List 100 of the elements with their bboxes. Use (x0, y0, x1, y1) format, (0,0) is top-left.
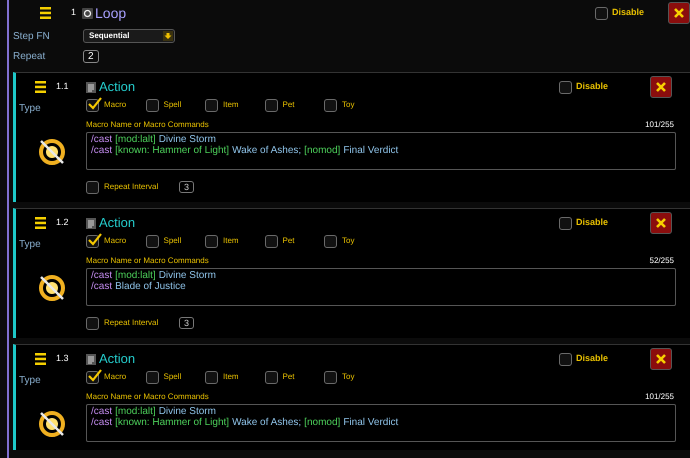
type-label: Type (18, 374, 42, 388)
type-option[interactable]: Toy (342, 235, 354, 247)
macro-token: [nomod] (304, 145, 340, 156)
repeat-interval-label: Repeat Interval (104, 181, 160, 193)
type-label: Type (18, 102, 42, 116)
type-option[interactable]: Spell (164, 235, 182, 247)
macro-token: /cast (91, 270, 112, 281)
checkmark-icon (87, 96, 102, 110)
checkbox[interactable] (264, 98, 278, 112)
macro-token: [mod:lalt] (115, 134, 156, 145)
type-option[interactable]: Item (223, 99, 239, 111)
document-icon (86, 82, 96, 92)
checkmark-icon (87, 368, 102, 382)
repeat-label: Repeat (12, 50, 46, 64)
macro-input[interactable]: /cast [mod:lalt] Divine Storm /cast [known: Hammer of Light] Wake of Ashes; [nomod] Final Verdict (86, 404, 676, 442)
macro-token: Wake of Ashes; (232, 417, 302, 428)
macro-label: Macro Name or Macro Commands (86, 119, 209, 131)
type-option[interactable]: Item (223, 235, 239, 247)
macro-token: Divine Storm (158, 134, 216, 145)
checkbox[interactable] (86, 370, 99, 384)
checkbox[interactable] (86, 316, 99, 330)
checkbox[interactable] (205, 234, 218, 248)
action-title: Action (99, 78, 136, 96)
checkbox[interactable] (324, 370, 337, 384)
type-option[interactable]: Pet (282, 99, 295, 111)
close-icon (655, 81, 667, 93)
step-number: 1 (71, 6, 78, 20)
macro-token: Final Verdict (343, 417, 398, 428)
menu-icon[interactable] (35, 81, 46, 93)
action-title: Action (99, 214, 136, 232)
sword-emblem-icon (36, 272, 68, 304)
type-option[interactable]: Toy (342, 371, 354, 383)
dropdown-arrow-icon (163, 31, 173, 41)
interval-input[interactable]: 3 (179, 181, 194, 193)
macro-token: Blade of Justice (115, 281, 186, 292)
type-option[interactable]: Macro (104, 235, 126, 247)
checkbox[interactable] (146, 370, 158, 384)
checkbox[interactable] (205, 370, 218, 384)
macro-token: [known: Hammer of Light] (115, 145, 230, 156)
loop-icon (82, 8, 93, 18)
macro-label: Macro Name or Macro Commands (86, 391, 209, 403)
close-icon (655, 217, 667, 229)
checkbox[interactable] (594, 6, 608, 20)
type-option[interactable]: Pet (282, 371, 295, 383)
close-button[interactable] (668, 2, 690, 24)
character-counter: 101/255 (645, 119, 674, 131)
checkbox[interactable] (264, 234, 278, 248)
close-button[interactable] (650, 212, 672, 234)
menu-icon[interactable] (35, 217, 46, 229)
checkbox[interactable] (205, 98, 218, 112)
document-icon (86, 354, 96, 364)
macro-token: [nomod] (304, 417, 340, 428)
checkbox[interactable] (86, 98, 99, 112)
macro-token: [mod:lalt] (115, 270, 156, 281)
macro-token: Wake of Ashes; (232, 145, 302, 156)
action-title: Action (99, 350, 136, 368)
disable-label: Disable (576, 216, 608, 230)
type-option[interactable]: Pet (282, 235, 295, 247)
repeat-input[interactable]: 2 (83, 50, 99, 62)
macro-token: /cast (91, 134, 112, 145)
checkbox[interactable] (558, 216, 572, 230)
character-counter: 52/255 (650, 255, 674, 267)
loop-title: Loop (95, 4, 126, 23)
checkbox[interactable] (558, 80, 572, 94)
sword-emblem-icon (36, 136, 68, 168)
disable-label: Disable (576, 352, 608, 366)
step-fn-label: Step FN (12, 30, 51, 44)
macro-input[interactable]: /cast [mod:lalt] Divine Storm /cast Blade of Justice (86, 268, 676, 306)
menu-icon[interactable] (40, 7, 51, 19)
close-button[interactable] (650, 348, 672, 370)
step-number: 1.1 (56, 80, 70, 94)
type-label: Type (18, 238, 42, 252)
type-option[interactable]: Spell (164, 99, 182, 111)
macro-token: /cast (91, 406, 112, 417)
type-option[interactable]: Toy (342, 99, 354, 111)
type-option[interactable]: Macro (104, 371, 126, 383)
checkbox[interactable] (146, 234, 158, 248)
step-fn-dropdown[interactable]: Sequential (83, 29, 175, 43)
disable-label: Disable (576, 80, 608, 94)
checkbox[interactable] (264, 370, 278, 384)
checkbox[interactable] (146, 98, 158, 112)
close-icon (673, 7, 685, 19)
disable-label: Disable (612, 6, 644, 20)
checkbox[interactable] (86, 180, 99, 194)
checkbox[interactable] (86, 234, 99, 248)
type-option[interactable]: Item (223, 371, 239, 383)
checkbox[interactable] (558, 352, 572, 366)
checkbox[interactable] (324, 234, 337, 248)
macro-token: /cast (91, 417, 112, 428)
menu-icon[interactable] (35, 353, 46, 365)
macro-input[interactable]: /cast [mod:lalt] Divine Storm /cast [known: Hammer of Light] Wake of Ashes; [nomod] Final Verdict (86, 132, 676, 170)
interval-input[interactable]: 3 (179, 317, 194, 329)
step-number: 1.2 (56, 216, 70, 230)
macro-token: [mod:lalt] (115, 406, 156, 417)
close-icon (655, 353, 667, 365)
checkbox[interactable] (324, 98, 337, 112)
close-button[interactable] (650, 76, 672, 98)
type-option[interactable]: Macro (104, 99, 126, 111)
type-option[interactable]: Spell (164, 371, 182, 383)
checkmark-icon (87, 232, 102, 246)
